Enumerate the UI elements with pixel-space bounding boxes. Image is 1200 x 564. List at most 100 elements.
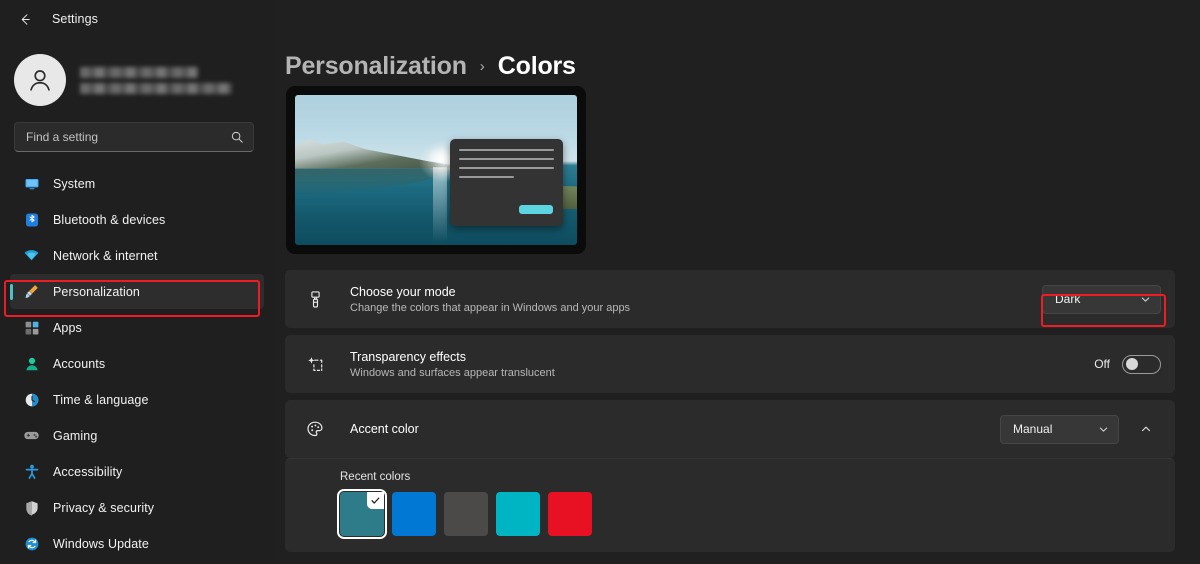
sidebar-item-bluetooth-devices[interactable]: Bluetooth & devices — [10, 202, 264, 237]
color-swatch[interactable] — [548, 492, 592, 536]
sidebar-item-gaming[interactable]: Gaming — [10, 418, 264, 453]
paintbrush-icon — [23, 283, 40, 300]
sidebar-nav: System Bluetooth & devices — [0, 152, 276, 561]
account-profile[interactable] — [0, 38, 276, 110]
row-subtitle: Change the colors that appear in Windows… — [350, 302, 1042, 314]
sidebar-item-label: Privacy & security — [53, 501, 154, 515]
avatar — [14, 54, 66, 106]
settings-list: Choose your mode Change the colors that … — [285, 270, 1175, 552]
wallpaper-preview — [286, 86, 586, 254]
chevron-down-icon — [1140, 294, 1151, 305]
settings-window: Settings — [0, 0, 1200, 564]
sidebar-item-label: Accounts — [53, 357, 105, 371]
search-container — [0, 110, 276, 152]
row-texts: Choose your mode Change the colors that … — [350, 285, 1042, 314]
clock-icon — [23, 391, 40, 408]
sidebar-item-label: Personalization — [53, 285, 140, 299]
redacted-line-2 — [80, 83, 232, 94]
sidebar-item-personalization[interactable]: Personalization — [10, 274, 264, 309]
accent-color-expander-button[interactable] — [1131, 415, 1161, 444]
bluetooth-icon — [23, 211, 40, 228]
sidebar-item-label: Bluetooth & devices — [53, 213, 165, 227]
toggle-state-label: Off — [1094, 357, 1110, 371]
account-name-redacted — [80, 67, 232, 94]
preview-text-line — [459, 158, 554, 160]
choose-your-mode-dropdown[interactable]: Dark — [1042, 285, 1161, 314]
preview-text-line — [459, 149, 554, 151]
transparency-icon — [303, 352, 327, 376]
sidebar-item-network-internet[interactable]: Network & internet — [10, 238, 264, 273]
preview-screen — [295, 95, 577, 245]
chevron-down-icon — [1098, 424, 1109, 435]
chevron-up-icon — [1140, 423, 1152, 435]
toggle-knob — [1126, 358, 1138, 370]
row-control: Off — [1094, 355, 1161, 374]
preview-app-window — [450, 139, 563, 226]
accessibility-icon — [23, 463, 40, 480]
shield-icon — [23, 499, 40, 516]
person-icon — [25, 65, 55, 95]
choose-your-mode-row: Choose your mode Change the colors that … — [285, 270, 1175, 328]
breadcrumb-separator-icon: › — [480, 58, 485, 75]
row-control: Dark — [1042, 285, 1161, 314]
transparency-effects-toggle[interactable] — [1122, 355, 1161, 374]
sidebar-item-windows-update[interactable]: Windows Update — [10, 526, 264, 561]
sidebar-item-label: Accessibility — [53, 465, 122, 479]
apps-icon — [23, 319, 40, 336]
color-swatch[interactable] — [392, 492, 436, 536]
gamepad-icon — [23, 427, 40, 444]
row-title: Transparency effects — [350, 350, 1094, 364]
person-icon — [23, 355, 40, 372]
recent-colors-section: Recent colors — [285, 458, 1175, 552]
row-texts: Accent color — [350, 422, 1000, 436]
color-swatch[interactable] — [496, 492, 540, 536]
palette-icon — [303, 417, 327, 441]
redacted-line-1 — [80, 67, 198, 78]
search-box[interactable] — [14, 122, 254, 152]
color-swatch[interactable] — [340, 492, 384, 536]
search-icon[interactable] — [230, 130, 244, 144]
row-title: Choose your mode — [350, 285, 1042, 299]
page-title: Colors — [498, 52, 576, 81]
monitor-icon — [23, 175, 40, 192]
dropdown-value: Dark — [1055, 292, 1080, 306]
checkmark-icon — [367, 492, 384, 509]
preview-text-line — [459, 167, 554, 169]
main-content: Personalization › Colors — [276, 0, 1200, 564]
row-title: Accent color — [350, 422, 1000, 436]
sidebar: Settings — [0, 0, 276, 564]
title-bar: Settings — [0, 0, 276, 38]
transparency-effects-row: Transparency effects Windows and surface… — [285, 335, 1175, 393]
sidebar-item-label: Time & language — [53, 393, 149, 407]
row-subtitle: Windows and surfaces appear translucent — [350, 367, 1094, 379]
sidebar-item-label: System — [53, 177, 95, 191]
sidebar-item-system[interactable]: System — [10, 166, 264, 201]
paintbrush-icon — [303, 287, 327, 311]
preview-text-line — [459, 176, 514, 178]
row-control: Manual — [1000, 415, 1161, 444]
back-button[interactable] — [12, 6, 38, 32]
color-swatch[interactable] — [444, 492, 488, 536]
recent-colors-label: Recent colors — [303, 471, 1157, 483]
row-texts: Transparency effects Windows and surface… — [350, 350, 1094, 379]
search-input[interactable] — [26, 130, 230, 144]
sidebar-item-accessibility[interactable]: Accessibility — [10, 454, 264, 489]
breadcrumb: Personalization › Colors — [285, 0, 1175, 86]
accent-color-mode-dropdown[interactable]: Manual — [1000, 415, 1119, 444]
sidebar-item-label: Network & internet — [53, 249, 158, 263]
preview-accent-button — [519, 205, 553, 215]
sidebar-item-time-language[interactable]: Time & language — [10, 382, 264, 417]
sidebar-item-apps[interactable]: Apps — [10, 310, 264, 345]
sidebar-item-privacy-security[interactable]: Privacy & security — [10, 490, 264, 525]
wifi-icon — [23, 247, 40, 264]
sidebar-item-label: Apps — [53, 321, 82, 335]
accent-color-row: Accent color Manual — [285, 400, 1175, 458]
app-title: Settings — [52, 12, 98, 26]
preview-sun-reflection — [433, 167, 447, 242]
back-arrow-icon — [18, 12, 33, 27]
sidebar-item-accounts[interactable]: Accounts — [10, 346, 264, 381]
sidebar-item-label: Windows Update — [53, 537, 149, 551]
breadcrumb-parent[interactable]: Personalization — [285, 52, 467, 81]
update-icon — [23, 535, 40, 552]
dropdown-value: Manual — [1013, 422, 1052, 436]
